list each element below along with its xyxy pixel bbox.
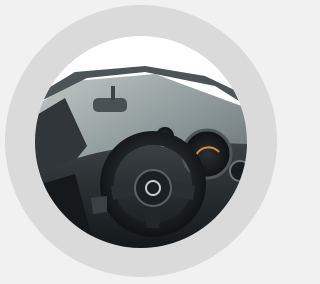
door-handle: [91, 196, 107, 214]
car-interior-photo: [35, 36, 247, 248]
badge-container: [0, 0, 282, 284]
mirror: [93, 98, 127, 112]
air-vent: [229, 160, 247, 182]
wheel-hub: [134, 169, 172, 207]
mirror-stem: [111, 86, 115, 100]
